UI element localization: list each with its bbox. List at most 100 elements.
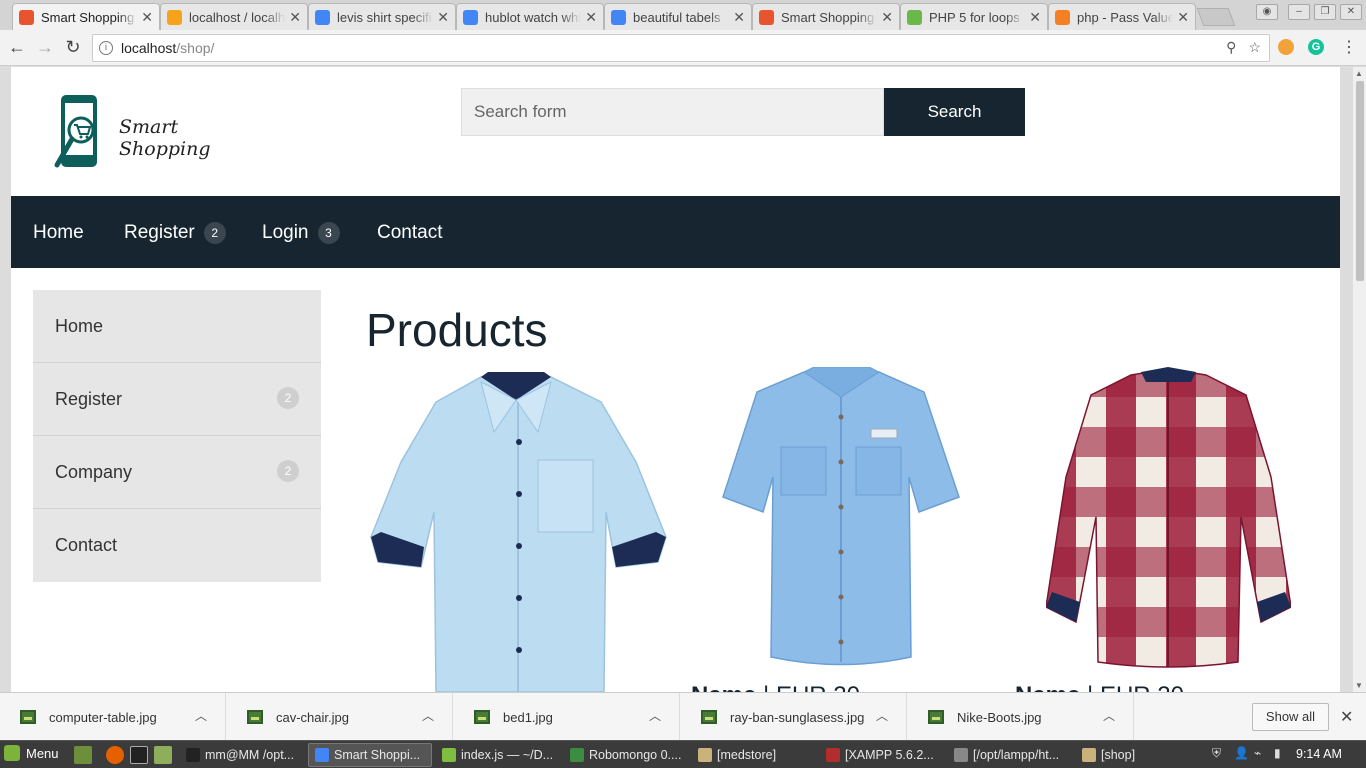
site-logo[interactable]: Smart Shopping: [43, 93, 243, 171]
close-tab-icon[interactable]: ✕: [141, 9, 153, 26]
network-icon[interactable]: ⌁: [1254, 746, 1261, 760]
nav-item-register[interactable]: Register 2: [124, 222, 226, 244]
show-desktop-icon[interactable]: [74, 746, 92, 764]
files-icon[interactable]: [154, 746, 172, 764]
os-taskbar: Menu mm@MM /opt... Smart Shoppi... index.j…: [0, 740, 1366, 768]
close-window-button[interactable]: ✕: [1340, 4, 1362, 20]
browser-tab-strip: Smart Shopping✕localhost / localhost✕lev…: [0, 0, 1366, 30]
nav-item-contact[interactable]: Contact: [377, 222, 442, 244]
battery-icon[interactable]: ▮: [1274, 746, 1281, 760]
page-scrollbar[interactable]: ▲ ▼: [1352, 67, 1366, 692]
taskbar-window-button[interactable]: Robomongo 0....: [564, 743, 688, 767]
user-icon[interactable]: 👤: [1234, 746, 1249, 760]
shield-icon[interactable]: ⛨: [1212, 746, 1221, 761]
new-tab-button[interactable]: [1196, 8, 1236, 26]
taskbar-window-label: [shop]: [1101, 748, 1136, 762]
taskbar-window-button[interactable]: [medstore]: [692, 743, 816, 767]
taskbar-window-button[interactable]: [/opt/lampp/ht...: [948, 743, 1072, 767]
profile-icon[interactable]: ◉: [1256, 4, 1278, 20]
scrollbar-thumb[interactable]: [1356, 81, 1364, 281]
chevron-up-icon[interactable]: ︿: [876, 707, 888, 724]
product-image-light-blue-shirt[interactable]: [366, 372, 671, 692]
chevron-up-icon[interactable]: ︿: [195, 707, 207, 724]
taskbar-window-button[interactable]: [shop]: [1076, 743, 1200, 767]
image-file-icon: [247, 710, 263, 724]
grammarly-icon[interactable]: G: [1308, 39, 1324, 55]
sidebar-item-register[interactable]: Register 2: [33, 363, 321, 436]
download-item[interactable]: bed1.jpg ︿: [454, 693, 680, 741]
close-tab-icon[interactable]: ✕: [289, 9, 301, 26]
start-menu-button[interactable]: Menu: [4, 745, 59, 761]
close-tab-icon[interactable]: ✕: [881, 9, 893, 26]
taskbar-window-label: [XAMPP 5.6.2...: [845, 748, 934, 762]
close-icon[interactable]: ✕: [1340, 707, 1353, 727]
browser-tab[interactable]: levis shirt specification✕: [308, 3, 456, 30]
taskbar-window-button[interactable]: [XAMPP 5.6.2...: [820, 743, 944, 767]
chevron-up-icon[interactable]: ︿: [1103, 707, 1115, 724]
close-tab-icon[interactable]: ✕: [585, 9, 597, 26]
image-file-icon: [20, 710, 36, 724]
download-item[interactable]: ray-ban-sunglasess.jpg ︿: [681, 693, 907, 741]
menu-label: Menu: [26, 745, 59, 761]
browser-tab[interactable]: beautiful tabels ✕: [604, 3, 752, 30]
product-image-blue-short-sleeve-shirt[interactable]: [719, 367, 964, 672]
product-image-red-check-shirt[interactable]: [1046, 367, 1291, 672]
back-arrow-icon[interactable]: ←: [6, 37, 28, 58]
taskbar-window-button[interactable]: index.js — ~/D...: [436, 743, 560, 767]
taskbar-window-label: Robomongo 0....: [589, 748, 682, 762]
site-info-icon[interactable]: i: [99, 41, 113, 55]
sidebar-item-contact[interactable]: Contact: [33, 509, 321, 582]
search-button[interactable]: Search: [884, 88, 1025, 136]
scroll-down-icon[interactable]: ▼: [1355, 681, 1363, 690]
search-input[interactable]: [461, 88, 884, 136]
taskbar-window-label: [medstore]: [717, 748, 777, 762]
nav-item-home[interactable]: Home: [33, 222, 84, 244]
download-item[interactable]: Nike-Boots.jpg ︿: [908, 693, 1134, 741]
product-caption[interactable]: Name | EUR 20: [1015, 682, 1184, 692]
download-item[interactable]: computer-table.jpg ︿: [0, 693, 226, 741]
chevron-up-icon[interactable]: ︿: [422, 707, 434, 724]
browser-tab[interactable]: php - Pass Value ✕: [1048, 3, 1196, 30]
terminal-icon[interactable]: [130, 746, 148, 764]
tab-title: levis shirt specification: [337, 9, 433, 25]
chevron-up-icon[interactable]: ︿: [649, 707, 661, 724]
chrome-menu-icon[interactable]: ⋮: [1338, 37, 1360, 57]
app-icon: [826, 748, 840, 762]
bookmark-star-icon[interactable]: ☆: [1248, 39, 1261, 56]
tab-title: localhost / localhost: [189, 9, 286, 25]
extension-icon[interactable]: [1278, 39, 1294, 55]
count-badge: 3: [317, 222, 340, 244]
tab-title: Smart Shopping: [41, 9, 135, 25]
close-tab-icon[interactable]: ✕: [733, 9, 745, 26]
taskbar-window-label: Smart Shoppi...: [334, 748, 421, 762]
maximize-button[interactable]: ❐: [1314, 4, 1336, 20]
browser-tab[interactable]: hublot watch white ✕: [456, 3, 604, 30]
image-file-icon: [928, 710, 944, 724]
scroll-up-icon[interactable]: ▲: [1355, 69, 1363, 78]
browser-tab[interactable]: localhost / localhost✕: [160, 3, 308, 30]
address-bar[interactable]: i localhost/shop/ ⚲ ☆: [92, 34, 1270, 62]
close-tab-icon[interactable]: ✕: [1029, 9, 1041, 26]
browser-tab[interactable]: PHP 5 for loops ✕: [900, 3, 1048, 30]
product-caption[interactable]: Name | EUR 20: [691, 682, 860, 692]
taskbar-window-button[interactable]: mm@MM /opt...: [180, 743, 304, 767]
taskbar-window-button[interactable]: Smart Shoppi...: [308, 743, 432, 767]
download-item[interactable]: cav-chair.jpg ︿: [227, 693, 453, 741]
nav-item-login[interactable]: Login 3: [262, 222, 340, 244]
browser-tab[interactable]: Smart Shopping ✕: [752, 3, 900, 30]
forward-arrow-icon[interactable]: →: [34, 37, 56, 58]
firefox-icon[interactable]: [106, 746, 124, 764]
zoom-icon[interactable]: ⚲: [1226, 39, 1236, 56]
sidebar-item-home[interactable]: Home: [33, 290, 321, 363]
close-tab-icon[interactable]: ✕: [1177, 9, 1189, 26]
close-tab-icon[interactable]: ✕: [437, 9, 449, 26]
browser-tab[interactable]: Smart Shopping ✕: [12, 3, 160, 30]
reload-icon[interactable]: ↻: [62, 37, 84, 58]
sidebar-item-company[interactable]: Company 2: [33, 436, 321, 509]
show-all-button[interactable]: Show all: [1252, 703, 1329, 731]
clock[interactable]: 9:14 AM: [1296, 747, 1342, 761]
sidebar-item-label: Home: [55, 316, 104, 336]
nav-label: Contact: [377, 222, 443, 243]
main-navigation: Home Register 2 Login 3 Contact: [11, 196, 1340, 268]
minimize-button[interactable]: ‒: [1288, 4, 1310, 20]
